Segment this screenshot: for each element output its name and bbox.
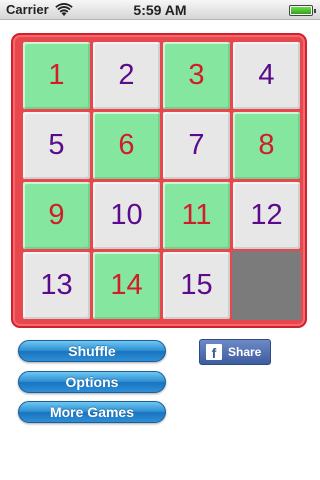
facebook-share-button[interactable]: f Share bbox=[199, 339, 271, 365]
tile-5[interactable]: 5 bbox=[23, 112, 90, 179]
empty-slot bbox=[232, 251, 301, 320]
options-button[interactable]: Options bbox=[18, 371, 166, 393]
shuffle-button[interactable]: Shuffle bbox=[18, 340, 166, 362]
tile-8[interactable]: 8 bbox=[233, 112, 300, 179]
tile-13[interactable]: 13 bbox=[23, 252, 90, 319]
tile-12[interactable]: 12 bbox=[233, 182, 300, 249]
puzzle-board: 1 2 3 4 5 6 7 8 9 10 11 12 13 14 15 bbox=[11, 33, 307, 328]
tile-6[interactable]: 6 bbox=[93, 112, 160, 179]
battery-icon bbox=[289, 5, 316, 16]
tile-14[interactable]: 14 bbox=[93, 252, 160, 319]
tile-1[interactable]: 1 bbox=[23, 42, 90, 109]
battery-fill bbox=[291, 7, 311, 14]
tile-7[interactable]: 7 bbox=[163, 112, 230, 179]
tile-11[interactable]: 11 bbox=[163, 182, 230, 249]
share-label: Share bbox=[228, 345, 262, 359]
tile-grid: 1 2 3 4 5 6 7 8 9 10 11 12 13 14 15 bbox=[22, 41, 301, 321]
more-games-button[interactable]: More Games bbox=[18, 401, 166, 423]
clock: 5:59 AM bbox=[133, 2, 187, 18]
facebook-icon: f bbox=[206, 344, 222, 360]
tile-15[interactable]: 15 bbox=[163, 252, 230, 319]
tile-4[interactable]: 4 bbox=[233, 42, 300, 109]
tile-9[interactable]: 9 bbox=[23, 182, 90, 249]
tile-2[interactable]: 2 bbox=[93, 42, 160, 109]
tile-10[interactable]: 10 bbox=[93, 182, 160, 249]
tile-3[interactable]: 3 bbox=[163, 42, 230, 109]
status-bar: Carrier 5:59 AM bbox=[0, 0, 320, 20]
